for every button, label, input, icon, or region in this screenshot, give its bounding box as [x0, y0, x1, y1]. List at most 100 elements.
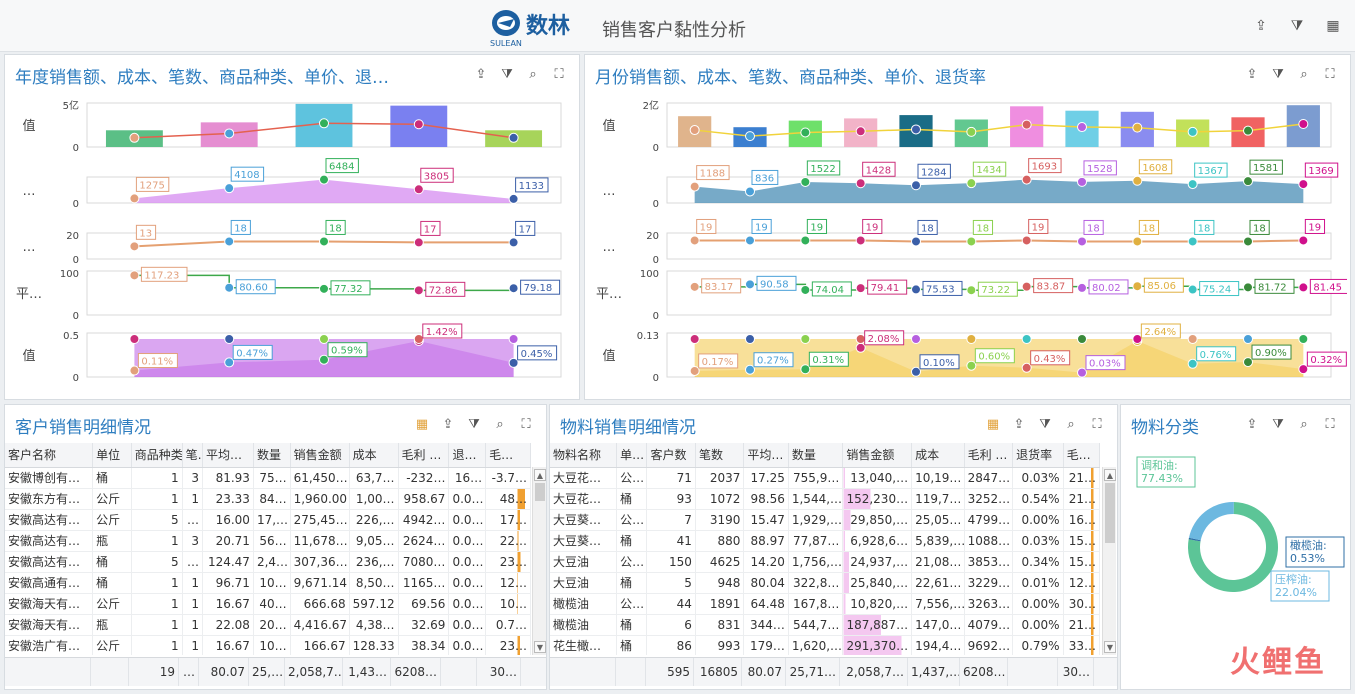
- column-header[interactable]: 成本: [349, 443, 399, 468]
- tick-label: 0: [653, 199, 659, 210]
- column-header[interactable]: 笔…: [182, 443, 204, 468]
- table-row[interactable]: 大豆花… 桶 93 1072 98.56 1,544,… 152,230… 119,7… 325…: [550, 488, 1101, 510]
- table-cell: 1891: [695, 593, 745, 615]
- column-header[interactable]: 毛利 …: [964, 443, 1014, 468]
- filter-clear-icon[interactable]: ⧩: [499, 67, 515, 83]
- point: [1187, 358, 1198, 369]
- point: [966, 236, 977, 247]
- point: [745, 186, 755, 197]
- table-cell: 84…: [253, 488, 291, 510]
- column-header[interactable]: 毛…: [1063, 443, 1101, 468]
- export-icon[interactable]: ⇪: [1011, 417, 1027, 433]
- table-row[interactable]: 安徽高通有… 桶 1 1 96.71 10… 9,671.14 8,50… 1165… 0.0… 1…: [5, 572, 531, 594]
- export-icon[interactable]: ⇪: [1253, 18, 1269, 34]
- table-row[interactable]: 安徽高达有… 桶 5… 124.47 2,4… 307,36… 236,… 7080… 0.0……: [5, 551, 531, 573]
- point: [1132, 281, 1143, 292]
- filter-clear-icon[interactable]: ⧩: [1289, 18, 1305, 34]
- column-header[interactable]: 物料名称: [550, 443, 618, 468]
- filter-clear-icon[interactable]: ⧩: [1270, 417, 1286, 433]
- calendar-icon[interactable]: ▦: [1325, 18, 1341, 34]
- fullscreen-icon[interactable]: ⛶: [1322, 67, 1338, 83]
- drill-icon[interactable]: ⌕: [1296, 417, 1312, 433]
- column-header[interactable]: 成本: [911, 443, 965, 468]
- export-icon[interactable]: ⇪: [440, 417, 456, 433]
- table-cell: 大豆油: [550, 572, 618, 594]
- export-icon[interactable]: ⇪: [473, 67, 489, 83]
- filter-clear-icon[interactable]: ⧩: [466, 417, 482, 433]
- point: [911, 236, 921, 247]
- column-header[interactable]: 退货率: [1012, 443, 1064, 468]
- table-cell: 13,040,…: [842, 467, 913, 489]
- fullscreen-icon[interactable]: ⛶: [551, 67, 567, 83]
- point: [508, 334, 519, 344]
- drill-icon[interactable]: ⌕: [1063, 417, 1079, 433]
- table-cell: 275,45…: [290, 509, 350, 531]
- grid-icon[interactable]: ▦: [414, 417, 430, 433]
- export-icon[interactable]: ⇪: [1244, 67, 1260, 83]
- point: [1187, 236, 1198, 247]
- table-cell: 公斤: [92, 509, 132, 531]
- data-label: 73.22: [981, 285, 1010, 296]
- drill-icon[interactable]: ⌕: [525, 67, 541, 83]
- table-cell: 桶: [92, 551, 132, 573]
- column-header[interactable]: 平均…: [202, 443, 254, 468]
- fullscreen-icon[interactable]: ⛶: [1322, 417, 1338, 433]
- column-header[interactable]: 平均…: [743, 443, 789, 468]
- axis-label: …: [23, 240, 36, 255]
- table-row[interactable]: 橄榄油 公… 44 1891 64.48 167,8… 10,820,… 7,556,… 326…: [550, 593, 1101, 615]
- column-header[interactable]: 单…: [616, 443, 648, 468]
- table-row[interactable]: 大豆葵… 桶 41 880 88.97 77,87… 6,928,6… 5,839,… 1088…: [550, 530, 1101, 552]
- data-label: 1693: [1032, 162, 1057, 173]
- table-cell: 安徽高通有…: [5, 572, 94, 594]
- table-row[interactable]: 大豆油 公… 150 4625 14.20 1,756,… 24,937,… 21,08… 38…: [550, 551, 1101, 573]
- column-header[interactable]: 客户名称: [5, 443, 94, 468]
- scrollbar[interactable]: ▲ ▼: [532, 467, 546, 655]
- column-header[interactable]: 数量: [788, 443, 844, 468]
- table-row[interactable]: 花生橄… 桶 86 993 179… 1,620,… 291,370… 194,4… 9692……: [550, 635, 1101, 655]
- column-header[interactable]: 数量: [253, 443, 291, 468]
- footer-cell: 25,…: [249, 658, 285, 686]
- table-cell: 22…: [485, 530, 531, 552]
- drill-icon[interactable]: ⌕: [492, 417, 508, 433]
- table-row[interactable]: 大豆油桶 5 948 80.04 322,8… 25,840,… 22,61… 3229… 0.…: [550, 572, 1101, 594]
- column-header[interactable]: 笔数: [695, 443, 745, 468]
- column-header[interactable]: 毛…: [485, 443, 531, 468]
- table-row[interactable]: 安徽海天有… 瓶 1 1 22.08 20… 4,416.67 4,38… 32.69 0.0… 0…: [5, 614, 531, 636]
- table-cell: 10,820,…: [842, 593, 913, 615]
- grid-icon[interactable]: ▦: [985, 417, 1001, 433]
- column-header[interactable]: 单位: [92, 443, 132, 468]
- point: [1243, 125, 1253, 136]
- column-header[interactable]: 销售金额: [842, 443, 913, 468]
- table-row[interactable]: 安徽东方有… 公斤 1 1 23.33 84… 1,960.00 1,00… 958.67 0.0…: [5, 488, 531, 510]
- point: [1077, 176, 1087, 187]
- data-label: 19: [1308, 222, 1321, 233]
- filter-clear-icon[interactable]: ⧩: [1270, 67, 1286, 83]
- table-cell: 桶: [616, 572, 648, 594]
- scrollbar[interactable]: ▲ ▼: [1102, 467, 1116, 655]
- column-header[interactable]: 客户数: [646, 443, 696, 468]
- filter-clear-icon[interactable]: ⧩: [1037, 417, 1053, 433]
- table-row[interactable]: 安徽博创有… 桶 1 3 81.93 75… 61,450… 63,7… -232… 16… -3.…: [5, 467, 531, 489]
- table-cell: 0.34%: [1012, 551, 1064, 573]
- table-cell: 15…: [1063, 530, 1101, 552]
- table-row[interactable]: 橄榄油桶 6 831 344… 544,7… 187,887… 147,0… 4079… 0.0…: [550, 614, 1101, 636]
- table-cell: 344…: [743, 614, 789, 636]
- fullscreen-icon[interactable]: ⛶: [518, 417, 534, 433]
- table-row[interactable]: 安徽海天有… 公斤 1 1 16.67 40… 666.68 597.12 69.56 0.0… 1…: [5, 593, 531, 615]
- export-icon[interactable]: ⇪: [1244, 417, 1260, 433]
- table-row[interactable]: 大豆花… 公… 71 2037 17.25 755,9… 13,040,… 10,19… 284…: [550, 467, 1101, 489]
- data-label: 0.45%: [521, 349, 553, 360]
- table-row[interactable]: 大豆葵… 公… 7 3190 15.47 1,929,… 29,850,… 25,05… 479…: [550, 509, 1101, 531]
- table-row[interactable]: 安徽浩广有… 公斤 1 1 16.67 10… 166.67 128.33 38.34 0.0… 2…: [5, 635, 531, 655]
- table-row[interactable]: 安徽高达有… 公斤 5… 16.00 17,… 275,45… 226,… 4942… 0.0……: [5, 509, 531, 531]
- material-category-panel: 物料分类 ⇪ ⧩ ⌕ ⛶ 调和油: 77.43% 橄榄油: 0.53% 压榨油: 22.0…: [1120, 404, 1351, 690]
- table-cell: 23…: [485, 551, 531, 573]
- column-header[interactable]: 销售金额: [290, 443, 350, 468]
- column-header[interactable]: 商品种类: [131, 443, 183, 468]
- table-cell: 86: [646, 635, 696, 655]
- column-header[interactable]: 退…: [448, 443, 487, 468]
- drill-icon[interactable]: ⌕: [1296, 67, 1312, 83]
- column-header[interactable]: 毛利 …: [398, 443, 450, 468]
- fullscreen-icon[interactable]: ⛶: [1089, 417, 1105, 433]
- table-row[interactable]: 安徽高达有… 瓶 1 3 20.71 56… 11,678… 9,05… 2624… 0.0… 22…: [5, 530, 531, 552]
